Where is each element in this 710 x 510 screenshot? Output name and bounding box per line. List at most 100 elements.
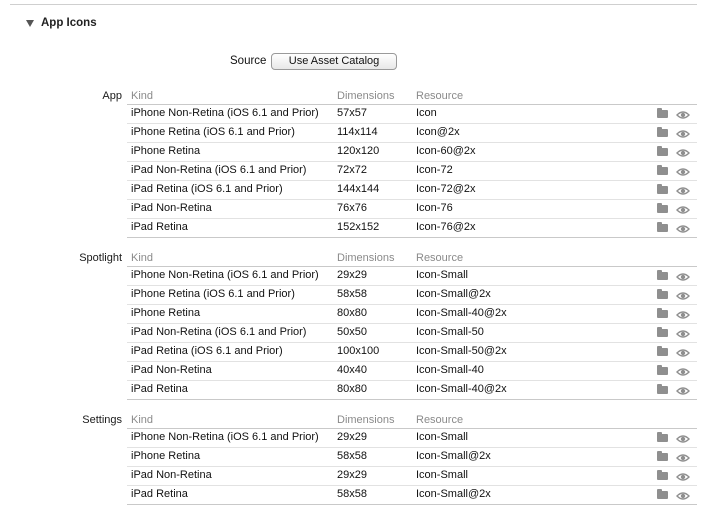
folder-icon[interactable] [657, 165, 668, 175]
group-label: App [102, 90, 122, 102]
column-header-resource: Resource [416, 414, 464, 426]
folder-icon[interactable] [657, 384, 668, 394]
folder-icon[interactable] [657, 184, 668, 194]
table-row[interactable]: iPad Non-Retina (iOS 6.1 and Prior) 72x72… [127, 162, 697, 181]
resource-cell[interactable]: Icon-Small [416, 469, 468, 481]
table-row[interactable]: iPad Retina 80x80 Icon-Small-40@2x [127, 381, 697, 400]
column-header-kind: Kind [131, 90, 154, 102]
table-row[interactable]: iPad Non-Retina 76x76 Icon-76 [127, 200, 697, 219]
eye-icon[interactable] [676, 384, 690, 398]
eye-icon[interactable] [676, 184, 690, 198]
table-row[interactable]: iPad Non-Retina 40x40 Icon-Small-40 [127, 362, 697, 381]
app-icons-section-header[interactable]: App Icons [26, 15, 97, 31]
dimensions-cell: 72x72 [337, 164, 367, 176]
kind-cell: iPad Retina (iOS 6.1 and Prior) [131, 183, 283, 195]
resource-cell[interactable]: Icon-72@2x [416, 183, 475, 195]
resource-cell[interactable]: Icon-76@2x [416, 221, 475, 233]
table-row[interactable]: iPad Retina (iOS 6.1 and Prior) 144x144 Ic… [127, 181, 697, 200]
folder-icon[interactable] [657, 451, 668, 461]
eye-icon[interactable] [676, 432, 690, 446]
folder-icon[interactable] [657, 432, 668, 442]
folder-icon[interactable] [657, 146, 668, 156]
folder-icon[interactable] [657, 308, 668, 318]
resource-cell[interactable]: Icon-Small@2x [416, 450, 491, 462]
folder-icon[interactable] [657, 489, 668, 499]
source-label: Source [230, 55, 267, 67]
resource-cell[interactable]: Icon-76 [416, 202, 453, 214]
eye-icon[interactable] [676, 289, 690, 303]
table-row[interactable]: iPhone Retina 58x58 Icon-Small@2x [127, 448, 697, 467]
eye-icon[interactable] [676, 270, 690, 284]
folder-icon[interactable] [657, 203, 668, 213]
kind-cell: iPhone Non-Retina (iOS 6.1 and Prior) [131, 269, 319, 281]
eye-icon[interactable] [676, 108, 690, 122]
dimensions-cell: 80x80 [337, 383, 367, 395]
resource-cell[interactable]: Icon-Small [416, 431, 468, 443]
kind-cell: iPhone Retina [131, 145, 201, 157]
table-row[interactable]: iPhone Retina (iOS 6.1 and Prior) 58x58 Ic… [127, 286, 697, 305]
source-row: Source Use Asset Catalog [0, 53, 710, 71]
folder-icon[interactable] [657, 270, 668, 280]
resource-cell[interactable]: Icon-60@2x [416, 145, 475, 157]
eye-icon[interactable] [676, 146, 690, 160]
column-header-kind: Kind [131, 414, 154, 426]
folder-icon[interactable] [657, 127, 668, 137]
table-row[interactable]: iPhone Retina 80x80 Icon-Small-40@2x [127, 305, 697, 324]
resource-cell[interactable]: Icon-Small-40 [416, 364, 484, 376]
resource-cell[interactable]: Icon@2x [416, 126, 460, 138]
column-header-kind: Kind [131, 252, 154, 264]
eye-icon[interactable] [676, 489, 690, 503]
kind-cell: iPad Retina [131, 221, 188, 233]
folder-icon[interactable] [657, 346, 668, 356]
eye-icon[interactable] [676, 327, 690, 341]
table-row[interactable]: iPhone Non-Retina (iOS 6.1 and Prior) 29x… [127, 429, 697, 448]
table-row[interactable]: iPad Non-Retina (iOS 6.1 and Prior) 50x50… [127, 324, 697, 343]
resource-cell[interactable]: Icon-Small-50 [416, 326, 484, 338]
eye-icon[interactable] [676, 127, 690, 141]
eye-icon[interactable] [676, 470, 690, 484]
kind-cell: iPhone Retina (iOS 6.1 and Prior) [131, 288, 295, 300]
table-row[interactable]: iPhone Non-Retina (iOS 6.1 and Prior) 57x… [127, 105, 697, 124]
eye-icon[interactable] [676, 165, 690, 179]
dimensions-cell: 58x58 [337, 488, 367, 500]
folder-icon[interactable] [657, 365, 668, 375]
eye-icon[interactable] [676, 222, 690, 236]
dimensions-cell: 29x29 [337, 469, 367, 481]
table-row[interactable]: iPad Non-Retina 29x29 Icon-Small [127, 467, 697, 486]
table-row[interactable]: iPad Retina 58x58 Icon-Small@2x [127, 486, 697, 505]
kind-cell: iPad Non-Retina (iOS 6.1 and Prior) [131, 164, 307, 176]
kind-cell: iPad Non-Retina [131, 202, 212, 214]
icon-table: iPhone Non-Retina (iOS 6.1 and Prior) 57x… [127, 104, 697, 238]
folder-icon[interactable] [657, 108, 668, 118]
table-row[interactable]: iPhone Non-Retina (iOS 6.1 and Prior) 29x… [127, 267, 697, 286]
kind-cell: iPhone Retina [131, 450, 201, 462]
folder-icon[interactable] [657, 289, 668, 299]
eye-icon[interactable] [676, 308, 690, 322]
table-row[interactable]: iPad Retina (iOS 6.1 and Prior) 100x100 Ic… [127, 343, 697, 362]
disclosure-triangle-icon[interactable] [26, 19, 34, 27]
section-title: App Icons [41, 17, 97, 29]
folder-icon[interactable] [657, 222, 668, 232]
eye-icon[interactable] [676, 451, 690, 465]
column-header-resource: Resource [416, 90, 464, 102]
folder-icon[interactable] [657, 327, 668, 337]
folder-icon[interactable] [657, 470, 668, 480]
resource-cell[interactable]: Icon-Small-50@2x [416, 345, 507, 357]
icon-table: iPhone Non-Retina (iOS 6.1 and Prior) 29x… [127, 266, 697, 400]
eye-icon[interactable] [676, 203, 690, 217]
resource-cell[interactable]: Icon-Small-40@2x [416, 307, 507, 319]
resource-cell[interactable]: Icon [416, 107, 437, 119]
resource-cell[interactable]: Icon-Small-40@2x [416, 383, 507, 395]
table-row[interactable]: iPhone Retina 120x120 Icon-60@2x [127, 143, 697, 162]
column-header-dimensions: Dimensions [337, 414, 395, 426]
eye-icon[interactable] [676, 365, 690, 379]
eye-icon[interactable] [676, 346, 690, 360]
resource-cell[interactable]: Icon-Small@2x [416, 288, 491, 300]
resource-cell[interactable]: Icon-Small@2x [416, 488, 491, 500]
resource-cell[interactable]: Icon-Small [416, 269, 468, 281]
resource-cell[interactable]: Icon-72 [416, 164, 453, 176]
dimensions-cell: 76x76 [337, 202, 367, 214]
use-asset-catalog-button[interactable]: Use Asset Catalog [271, 53, 397, 70]
table-row[interactable]: iPhone Retina (iOS 6.1 and Prior) 114x114… [127, 124, 697, 143]
table-row[interactable]: iPad Retina 152x152 Icon-76@2x [127, 219, 697, 238]
